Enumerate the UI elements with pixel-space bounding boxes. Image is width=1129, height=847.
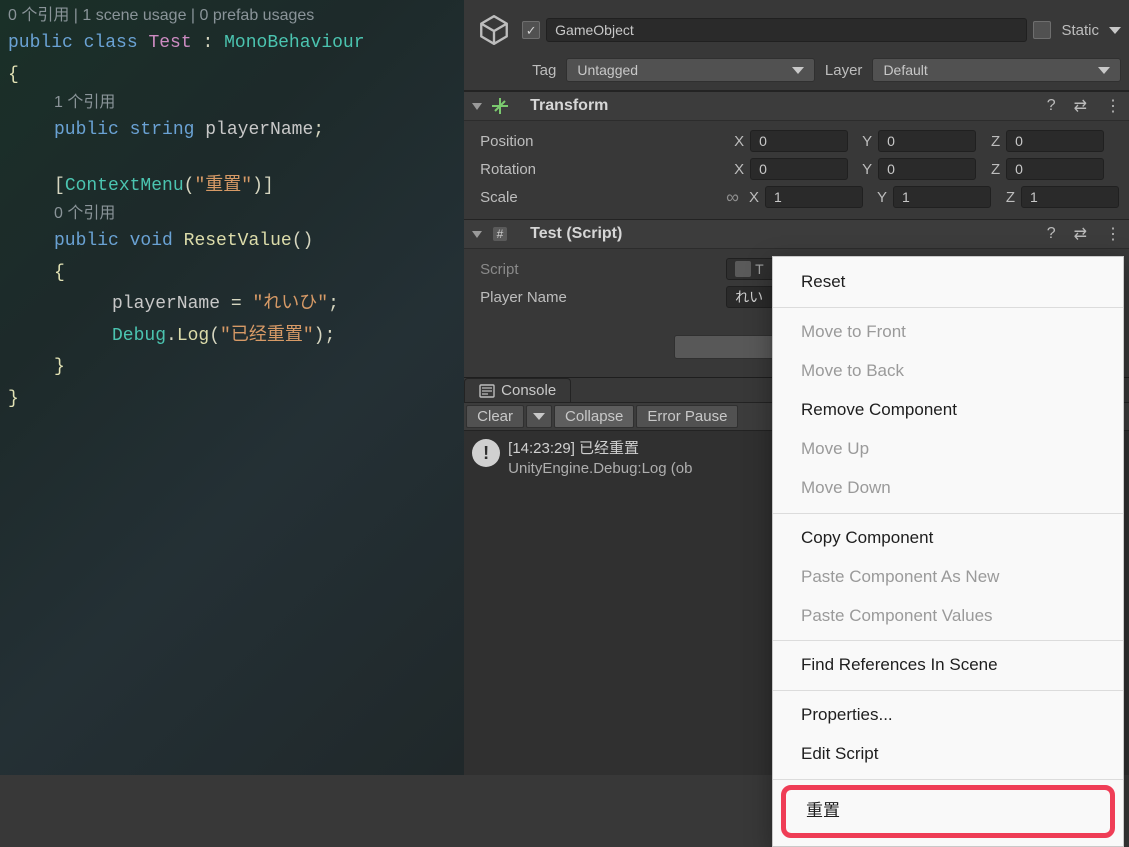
- context-menu-item: Move to Back: [773, 352, 1123, 391]
- inspector-header: Static Tag Untagged Layer Default: [464, 0, 1129, 91]
- context-menu-separator: [773, 779, 1123, 780]
- code-brace-inner-open[interactable]: {: [8, 258, 464, 290]
- context-menu-item[interactable]: 重置: [781, 785, 1115, 838]
- script-icon: #: [490, 224, 510, 244]
- test-script-title: Test (Script): [530, 225, 1029, 243]
- preset-icon[interactable]: ⇄: [1074, 224, 1087, 244]
- console-clear-button[interactable]: Clear: [466, 405, 524, 428]
- preset-icon[interactable]: ⇄: [1074, 96, 1087, 116]
- scale-y-input[interactable]: [893, 186, 991, 208]
- rotation-x-input[interactable]: [750, 158, 848, 180]
- context-menu-item: Move to Front: [773, 313, 1123, 352]
- scale-link-icon[interactable]: ∞: [726, 187, 739, 208]
- codelens-field[interactable]: 1 个引用: [8, 91, 464, 115]
- svg-text:#: #: [497, 227, 504, 241]
- context-menu-item[interactable]: Edit Script: [773, 735, 1123, 774]
- kebab-icon[interactable]: ⋮: [1105, 224, 1121, 244]
- position-y-input[interactable]: [878, 130, 976, 152]
- help-icon[interactable]: ?: [1047, 97, 1056, 115]
- chevron-down-icon: [533, 413, 545, 420]
- code-line-log[interactable]: Debug.Log("已经重置");: [8, 321, 464, 353]
- rotation-z-input[interactable]: [1006, 158, 1104, 180]
- layer-dropdown[interactable]: Default: [872, 58, 1121, 82]
- tag-label: Tag: [532, 62, 556, 79]
- console-clear-dropdown[interactable]: [526, 405, 552, 428]
- tag-dropdown[interactable]: Untagged: [566, 58, 815, 82]
- kebab-icon[interactable]: ⋮: [1105, 96, 1121, 116]
- console-tab[interactable]: Console: [464, 378, 571, 402]
- context-menu-item: Move Up: [773, 430, 1123, 469]
- code-line-field[interactable]: public string playerName;: [8, 115, 464, 147]
- context-menu-separator: [773, 513, 1123, 514]
- context-menu-item[interactable]: Remove Component: [773, 391, 1123, 430]
- code-line-assign[interactable]: playerName = "れいひ";: [8, 289, 464, 321]
- foldout-icon[interactable]: [472, 103, 482, 110]
- transform-icon: [490, 96, 510, 116]
- console-error-pause-button[interactable]: Error Pause: [636, 405, 738, 428]
- static-dropdown-caret[interactable]: [1109, 27, 1121, 34]
- transform-title: Transform: [530, 97, 1029, 115]
- position-z-input[interactable]: [1006, 130, 1104, 152]
- transform-component: Transform ? ⇄ ⋮ Position X Y Z Rotation …: [464, 91, 1129, 219]
- scale-x-input[interactable]: [765, 186, 863, 208]
- context-menu-item[interactable]: Properties...: [773, 696, 1123, 735]
- transform-position-row: Position X Y Z: [480, 127, 1119, 155]
- chevron-down-icon: [792, 67, 804, 74]
- log-stack: UnityEngine.Debug:Log (ob: [508, 459, 692, 479]
- code-line-class-decl[interactable]: public class Test : MonoBehaviour: [8, 28, 464, 60]
- chevron-down-icon: [1098, 67, 1110, 74]
- component-context-menu[interactable]: Reset Move to FrontMove to BackRemove Com…: [772, 256, 1124, 847]
- log-message: [14:23:29] 已经重置: [508, 439, 692, 459]
- code-line-attr[interactable]: [ContextMenu("重置")]: [8, 171, 464, 203]
- gameobject-icon[interactable]: [472, 8, 516, 52]
- context-menu-separator: [773, 307, 1123, 308]
- rotation-y-input[interactable]: [878, 158, 976, 180]
- context-menu-item: Paste Component Values: [773, 597, 1123, 636]
- context-menu-item[interactable]: Reset: [773, 263, 1123, 302]
- transform-rotation-row: Rotation X Y Z: [480, 155, 1119, 183]
- context-menu-item[interactable]: Copy Component: [773, 519, 1123, 558]
- position-x-input[interactable]: [750, 130, 848, 152]
- context-menu-item[interactable]: Find References In Scene: [773, 646, 1123, 685]
- transform-scale-row: Scale ∞ X Y Z: [480, 183, 1119, 211]
- code-brace-open[interactable]: {: [8, 60, 464, 92]
- code-brace-inner-close[interactable]: }: [8, 352, 464, 384]
- gameobject-active-checkbox[interactable]: [522, 21, 540, 39]
- codelens-class[interactable]: 0 个引用 | 1 scene usage | 0 prefab usages: [8, 4, 464, 28]
- foldout-icon[interactable]: [472, 231, 482, 238]
- code-line-method-decl[interactable]: public void ResetValue(): [8, 226, 464, 258]
- code-editor[interactable]: 0 个引用 | 1 scene usage | 0 prefab usages …: [0, 0, 464, 775]
- layer-label: Layer: [825, 62, 863, 79]
- code-brace-close[interactable]: }: [8, 384, 464, 416]
- script-asset-icon: [735, 261, 751, 277]
- context-menu-item: Move Down: [773, 469, 1123, 508]
- static-checkbox[interactable]: [1033, 21, 1051, 39]
- help-icon[interactable]: ?: [1047, 225, 1056, 243]
- console-collapse-button[interactable]: Collapse: [554, 405, 634, 428]
- info-icon: !: [472, 439, 500, 467]
- gameobject-name-input[interactable]: [546, 18, 1027, 42]
- context-menu-item: Paste Component As New: [773, 558, 1123, 597]
- context-menu-separator: [773, 640, 1123, 641]
- scale-z-input[interactable]: [1021, 186, 1119, 208]
- static-label: Static: [1057, 22, 1103, 39]
- context-menu-separator: [773, 690, 1123, 691]
- codelens-method[interactable]: 0 个引用: [8, 202, 464, 226]
